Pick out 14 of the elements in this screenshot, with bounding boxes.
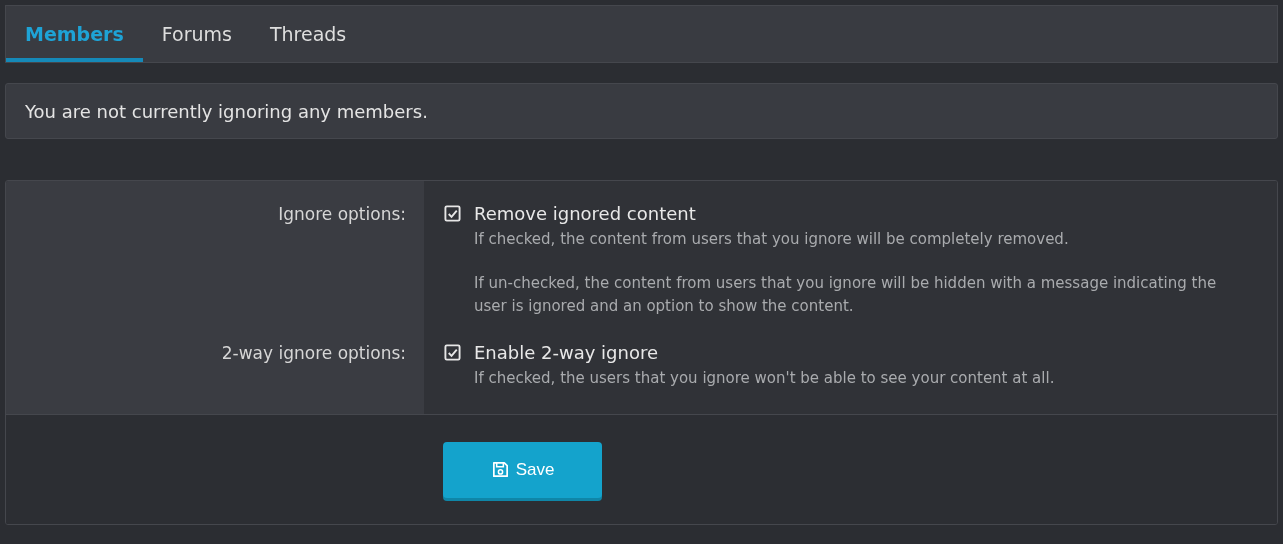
option-label: Ignore options: bbox=[278, 204, 406, 224]
checkbox[interactable] bbox=[444, 344, 461, 361]
option-label: 2-way ignore options: bbox=[221, 343, 406, 363]
checkbox-label[interactable]: Enable 2-way ignore bbox=[474, 342, 659, 363]
checkbox[interactable] bbox=[444, 205, 461, 222]
save-icon bbox=[490, 460, 510, 479]
hint-text: If checked, the content from users that you ignore will be completely removed. bbox=[474, 229, 1070, 250]
tab[interactable]: Members bbox=[6, 6, 143, 62]
hint-text: If un-checked, the content from users that you ignore will be hidden with a message indicating the user is ignored and an option to show the content. bbox=[474, 273, 1218, 317]
notice-text: You are not currently ignoring any members. bbox=[25, 100, 428, 122]
hint-text: If checked, the users that you ignore won't be able to see your content at all. bbox=[474, 368, 1056, 389]
tab[interactable]: Forums bbox=[142, 6, 251, 62]
tab[interactable]: Threads bbox=[250, 6, 366, 62]
checkbox-label[interactable]: Remove ignored content bbox=[474, 203, 696, 224]
